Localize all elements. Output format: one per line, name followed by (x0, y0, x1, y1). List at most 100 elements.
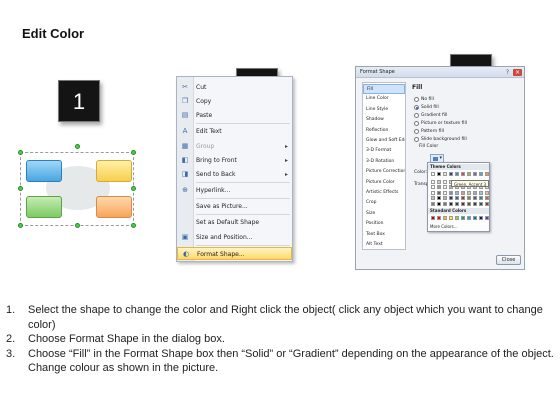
standard-color-swatch[interactable] (443, 216, 447, 220)
resize-handle[interactable] (18, 150, 23, 155)
theme-color-swatch[interactable] (461, 201, 465, 206)
close-icon[interactable]: × (513, 69, 522, 76)
standard-color-swatch[interactable] (467, 216, 471, 220)
help-icon[interactable]: ? (503, 69, 512, 76)
theme-color-swatch[interactable] (437, 190, 441, 195)
fill-option-radio[interactable]: No fill (414, 96, 434, 103)
theme-color-swatch[interactable] (473, 196, 477, 200)
theme-color-swatch[interactable] (461, 196, 465, 200)
theme-color-swatch[interactable] (479, 172, 483, 176)
theme-color-swatch[interactable] (485, 201, 489, 206)
category-item[interactable]: 3-D Format (363, 146, 405, 156)
theme-color-swatch[interactable] (455, 196, 459, 200)
theme-color-swatch[interactable] (485, 172, 489, 176)
category-item[interactable]: Glow and Soft Edges (363, 136, 405, 146)
category-item[interactable]: Reflection (363, 126, 405, 136)
theme-color-swatch[interactable] (467, 196, 471, 200)
theme-color-swatch[interactable] (431, 190, 435, 195)
category-item[interactable]: Line Color (363, 94, 405, 104)
category-item[interactable]: Shadow (363, 115, 405, 125)
menu-item[interactable]: Save as Picture... (177, 200, 292, 213)
standard-color-swatch[interactable] (473, 216, 477, 220)
theme-color-swatch[interactable] (479, 201, 483, 206)
more-colors-link[interactable]: More Colors... (430, 224, 458, 229)
theme-color-swatch[interactable] (437, 196, 441, 200)
standard-color-swatch[interactable] (431, 216, 435, 220)
theme-color-swatch[interactable] (467, 201, 471, 206)
resize-handle[interactable] (131, 223, 136, 228)
theme-color-swatch[interactable] (467, 172, 471, 176)
resize-handle[interactable] (18, 223, 23, 228)
menu-item[interactable]: A Edit Text (177, 125, 292, 138)
theme-color-swatch[interactable] (443, 196, 447, 200)
menu-item[interactable]: ◐ Format Shape... (177, 247, 292, 260)
resize-handle[interactable] (75, 223, 80, 228)
theme-color-swatch[interactable] (485, 190, 489, 195)
category-item[interactable]: Size (363, 209, 405, 219)
yellow-shape[interactable] (96, 160, 132, 182)
theme-color-swatch[interactable] (431, 172, 435, 176)
resize-handle[interactable] (18, 186, 23, 191)
theme-color-swatch[interactable] (443, 179, 447, 184)
theme-color-swatch[interactable] (443, 185, 447, 189)
theme-color-swatch[interactable] (461, 190, 465, 195)
theme-color-swatch[interactable] (431, 179, 435, 184)
theme-color-swatch[interactable] (473, 190, 477, 195)
standard-color-swatch[interactable] (461, 216, 465, 220)
theme-color-swatch[interactable] (461, 172, 465, 176)
menu-item[interactable]: ◨ Send to Back ▸ (177, 168, 292, 181)
theme-color-swatch[interactable] (455, 190, 459, 195)
category-item[interactable]: Fill (363, 84, 405, 94)
resize-handle[interactable] (131, 186, 136, 191)
standard-color-swatch[interactable] (449, 216, 453, 220)
menu-item[interactable]: ◧ Bring to Front ▸ (177, 154, 292, 167)
theme-color-swatch[interactable] (437, 172, 441, 176)
close-button[interactable]: Close (496, 255, 521, 265)
fill-option-radio[interactable]: Gradient fill (414, 112, 447, 119)
blue-shape[interactable] (26, 160, 62, 182)
standard-color-swatch[interactable] (479, 216, 483, 220)
theme-color-swatch[interactable] (437, 201, 441, 206)
menu-item[interactable]: ❐ Copy (177, 95, 292, 108)
category-item[interactable]: 3-D Rotation (363, 157, 405, 167)
theme-color-swatch[interactable] (431, 196, 435, 200)
theme-color-swatch[interactable] (473, 172, 477, 176)
theme-color-swatch[interactable] (449, 201, 453, 206)
category-item[interactable]: Text Box (363, 230, 405, 240)
theme-color-swatch[interactable] (455, 172, 459, 176)
menu-item[interactable]: ▦ Group ▸ (177, 140, 292, 153)
category-item[interactable]: Position (363, 219, 405, 229)
category-item[interactable]: Alt Text (363, 240, 405, 250)
rotation-handle[interactable] (75, 144, 80, 149)
fill-option-radio[interactable]: Picture or texture fill (414, 120, 467, 127)
theme-color-swatch[interactable] (443, 190, 447, 195)
category-item[interactable]: Picture Color (363, 178, 405, 188)
category-item[interactable]: Crop (363, 198, 405, 208)
theme-color-swatch[interactable] (449, 172, 453, 176)
standard-color-swatch[interactable] (437, 216, 441, 220)
menu-item[interactable]: ⊕ Hyperlink... (177, 184, 292, 197)
theme-color-swatch[interactable] (431, 201, 435, 206)
orange-shape[interactable] (96, 196, 132, 218)
theme-color-swatch[interactable] (437, 185, 441, 189)
menu-item[interactable]: ▤ Paste (177, 109, 292, 122)
theme-color-swatch[interactable] (437, 179, 441, 184)
menu-item[interactable]: ✂ Cut (177, 81, 292, 94)
fill-option-radio[interactable]: Solid fill (414, 104, 439, 111)
fill-option-radio[interactable]: Pattern fill (414, 128, 444, 135)
category-item[interactable]: Line Style (363, 105, 405, 115)
fill-option-radio[interactable]: Slide background fill (414, 136, 467, 143)
theme-color-swatch[interactable] (479, 190, 483, 195)
theme-color-swatch[interactable] (443, 201, 447, 206)
menu-item[interactable]: ▣ Size and Position... (177, 231, 292, 244)
standard-color-swatch[interactable] (485, 216, 489, 220)
theme-color-swatch[interactable] (473, 201, 477, 206)
category-item[interactable]: Artistic Effects (363, 188, 405, 198)
theme-color-swatch[interactable] (455, 201, 459, 206)
category-item[interactable]: Picture Corrections (363, 167, 405, 177)
theme-color-swatch[interactable] (485, 196, 489, 200)
standard-color-swatch[interactable] (455, 216, 459, 220)
theme-color-swatch[interactable] (467, 190, 471, 195)
resize-handle[interactable] (131, 150, 136, 155)
theme-color-swatch[interactable] (431, 185, 435, 189)
